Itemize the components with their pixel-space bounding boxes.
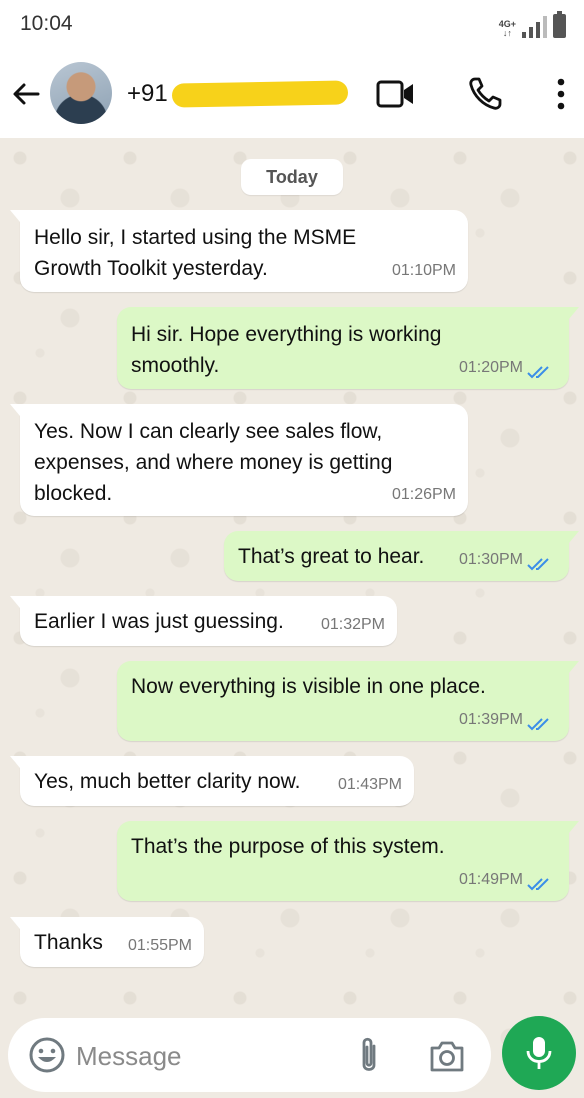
message-text: Thanks — [34, 927, 103, 958]
message-line: smoothly. — [131, 354, 220, 377]
chat-header: +91 — [0, 50, 584, 138]
message-text: Yes. Now I can clearly see sales flow, e… — [34, 416, 392, 509]
message-time: 01:43PM — [337, 776, 402, 793]
status-bar: 10:04 4G+ ↓↑ — [0, 0, 584, 50]
message-time: 01:32PM — [320, 616, 385, 633]
message-line: expenses, and where money is getting — [34, 451, 393, 474]
message-outgoing[interactable]: Now everything is visible in one place. … — [117, 661, 579, 741]
video-call-icon — [376, 80, 413, 108]
message-outgoing[interactable]: That’s great to hear. 01:30PM — [224, 531, 579, 581]
mic-icon — [526, 1037, 552, 1069]
message-text: That’s great to hear. — [238, 541, 424, 572]
message-text: Earlier I was just guessing. — [34, 606, 284, 637]
network-label: 4G+ — [498, 19, 516, 29]
message-time: 01:39PM — [458, 711, 523, 728]
battery-icon — [553, 11, 566, 38]
message-incoming[interactable]: Earlier I was just guessing. 01:32PM — [10, 596, 397, 646]
contact-name[interactable]: +91 — [127, 80, 168, 108]
message-text: Yes, much better clarity now. — [34, 766, 301, 797]
message-incoming[interactable]: Hello sir, I started using the MSME Grow… — [10, 210, 468, 292]
message-line: Growth Toolkit yesterday. — [34, 257, 268, 280]
message-text: Hello sir, I started using the MSME Grow… — [34, 222, 356, 284]
message-text: Now everything is visible in one place. — [131, 671, 486, 702]
message-input[interactable] — [76, 1036, 346, 1076]
message-time: 01:49PM — [458, 871, 523, 888]
status-time: 10:04 — [20, 12, 73, 35]
emoji-icon[interactable] — [28, 1036, 66, 1074]
message-line: Now everything is visible in one place. — [131, 675, 486, 698]
message-outgoing[interactable]: Hi sir. Hope everything is working smoot… — [117, 307, 579, 389]
message-line: Hi sir. Hope everything is working — [131, 323, 442, 346]
network-type: 4G+ ↓↑ — [498, 19, 516, 38]
message-incoming[interactable]: Yes. Now I can clearly see sales flow, e… — [10, 404, 468, 516]
message-line: Hello sir, I started using the MSME — [34, 226, 357, 249]
message-outgoing[interactable]: That’s the purpose of this system. 01:49… — [117, 821, 579, 901]
double-check-icon — [527, 718, 549, 731]
redaction-mark — [171, 80, 349, 108]
back-arrow-icon[interactable] — [10, 78, 42, 110]
message-text: Hi sir. Hope everything is working smoot… — [131, 319, 441, 381]
more-options-button[interactable] — [541, 74, 581, 114]
date-divider: Today — [241, 159, 343, 195]
message-incoming[interactable]: Thanks 01:55PM — [10, 917, 204, 967]
phone-icon — [469, 77, 502, 110]
message-line: Yes, much better clarity now. — [34, 770, 301, 793]
voice-record-button[interactable] — [502, 1016, 576, 1090]
message-line: That’s great to hear. — [238, 545, 425, 568]
message-composer — [8, 1018, 491, 1092]
message-line: Thanks — [34, 931, 103, 954]
message-time: 01:26PM — [391, 486, 456, 503]
video-call-button[interactable] — [376, 74, 416, 114]
contact-avatar[interactable] — [50, 62, 112, 124]
message-time: 01:55PM — [127, 937, 192, 954]
double-check-icon — [527, 366, 549, 379]
message-line: Yes. Now I can clearly see sales flow, — [34, 420, 383, 443]
camera-icon[interactable] — [428, 1038, 466, 1074]
message-time: 01:30PM — [458, 551, 523, 568]
attach-icon[interactable] — [354, 1036, 384, 1076]
signal-icon — [522, 16, 547, 38]
message-line: blocked. — [34, 482, 113, 505]
double-check-icon — [527, 558, 549, 571]
message-time: 01:10PM — [391, 262, 456, 279]
double-check-icon — [527, 878, 549, 891]
message-line: That’s the purpose of this system. — [131, 835, 445, 858]
message-text: That’s the purpose of this system. — [131, 831, 445, 862]
message-incoming[interactable]: Yes, much better clarity now. 01:43PM — [10, 756, 414, 806]
status-icons: 4G+ ↓↑ — [498, 11, 566, 38]
message-time: 01:20PM — [458, 359, 523, 376]
voice-call-button[interactable] — [465, 74, 505, 114]
message-line: Earlier I was just guessing. — [34, 610, 284, 633]
more-vert-icon — [557, 78, 565, 110]
